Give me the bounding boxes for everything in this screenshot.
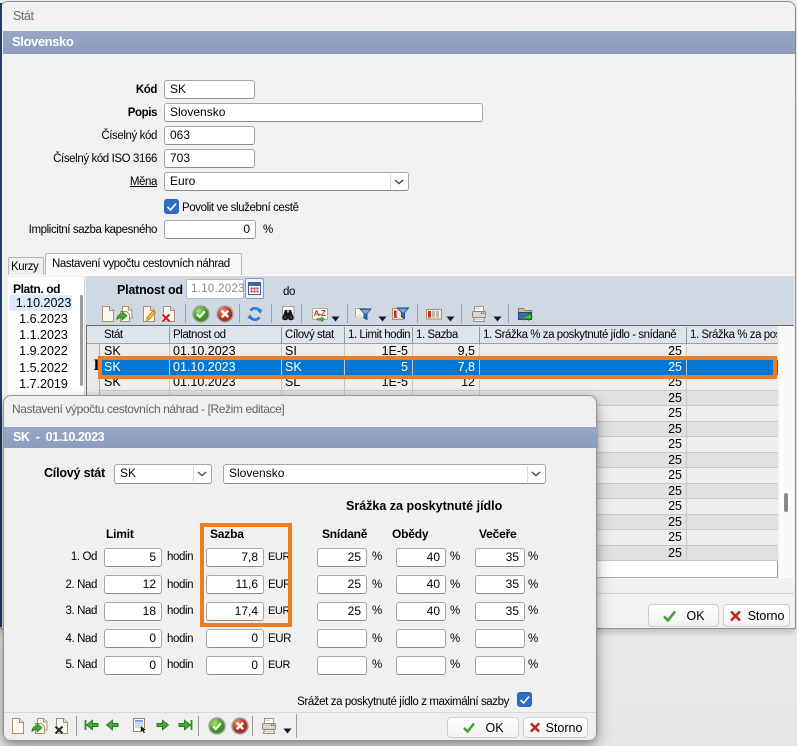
- svg-text:A: A: [314, 309, 320, 318]
